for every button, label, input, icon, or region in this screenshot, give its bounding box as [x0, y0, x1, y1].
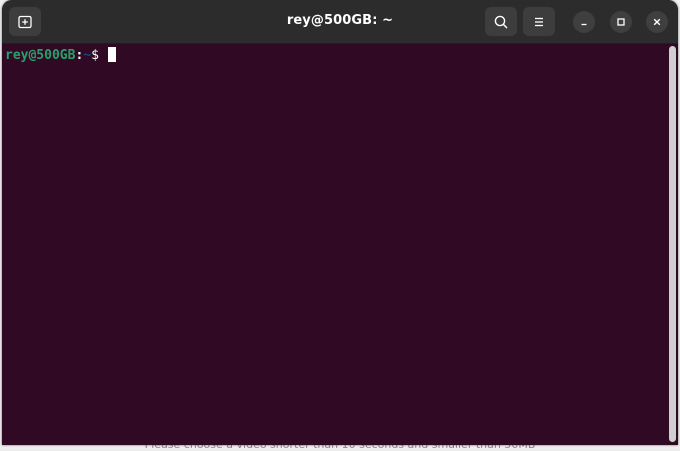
terminal-window: rey@500GB: ~ rey@500GB:~$: [2, 0, 678, 445]
prompt-working-directory: ~: [83, 48, 92, 63]
main-menu-button[interactable]: [523, 7, 555, 36]
terminal-output-area[interactable]: rey@500GB:~$: [2, 44, 666, 445]
text-cursor: [107, 47, 116, 62]
close-icon: [651, 16, 663, 28]
maximize-icon: [615, 16, 627, 28]
new-tab-icon: [17, 14, 33, 30]
prompt-user-host: rey@500GB: [5, 48, 76, 63]
shell-prompt: rey@500GB:~$: [5, 47, 116, 64]
terminal-scrollbar[interactable]: [669, 46, 676, 442]
search-icon: [493, 14, 509, 30]
new-tab-button[interactable]: [9, 7, 41, 36]
close-button[interactable]: [646, 11, 668, 33]
scrollbar-thumb[interactable]: [669, 46, 676, 442]
search-button[interactable]: [485, 7, 517, 36]
minimize-icon: [578, 16, 590, 28]
maximize-button[interactable]: [610, 11, 632, 33]
hamburger-menu-icon: [531, 14, 547, 30]
prompt-symbol: $: [91, 48, 107, 63]
minimize-button[interactable]: [573, 11, 595, 33]
header-bar[interactable]: rey@500GB: ~: [2, 0, 678, 44]
